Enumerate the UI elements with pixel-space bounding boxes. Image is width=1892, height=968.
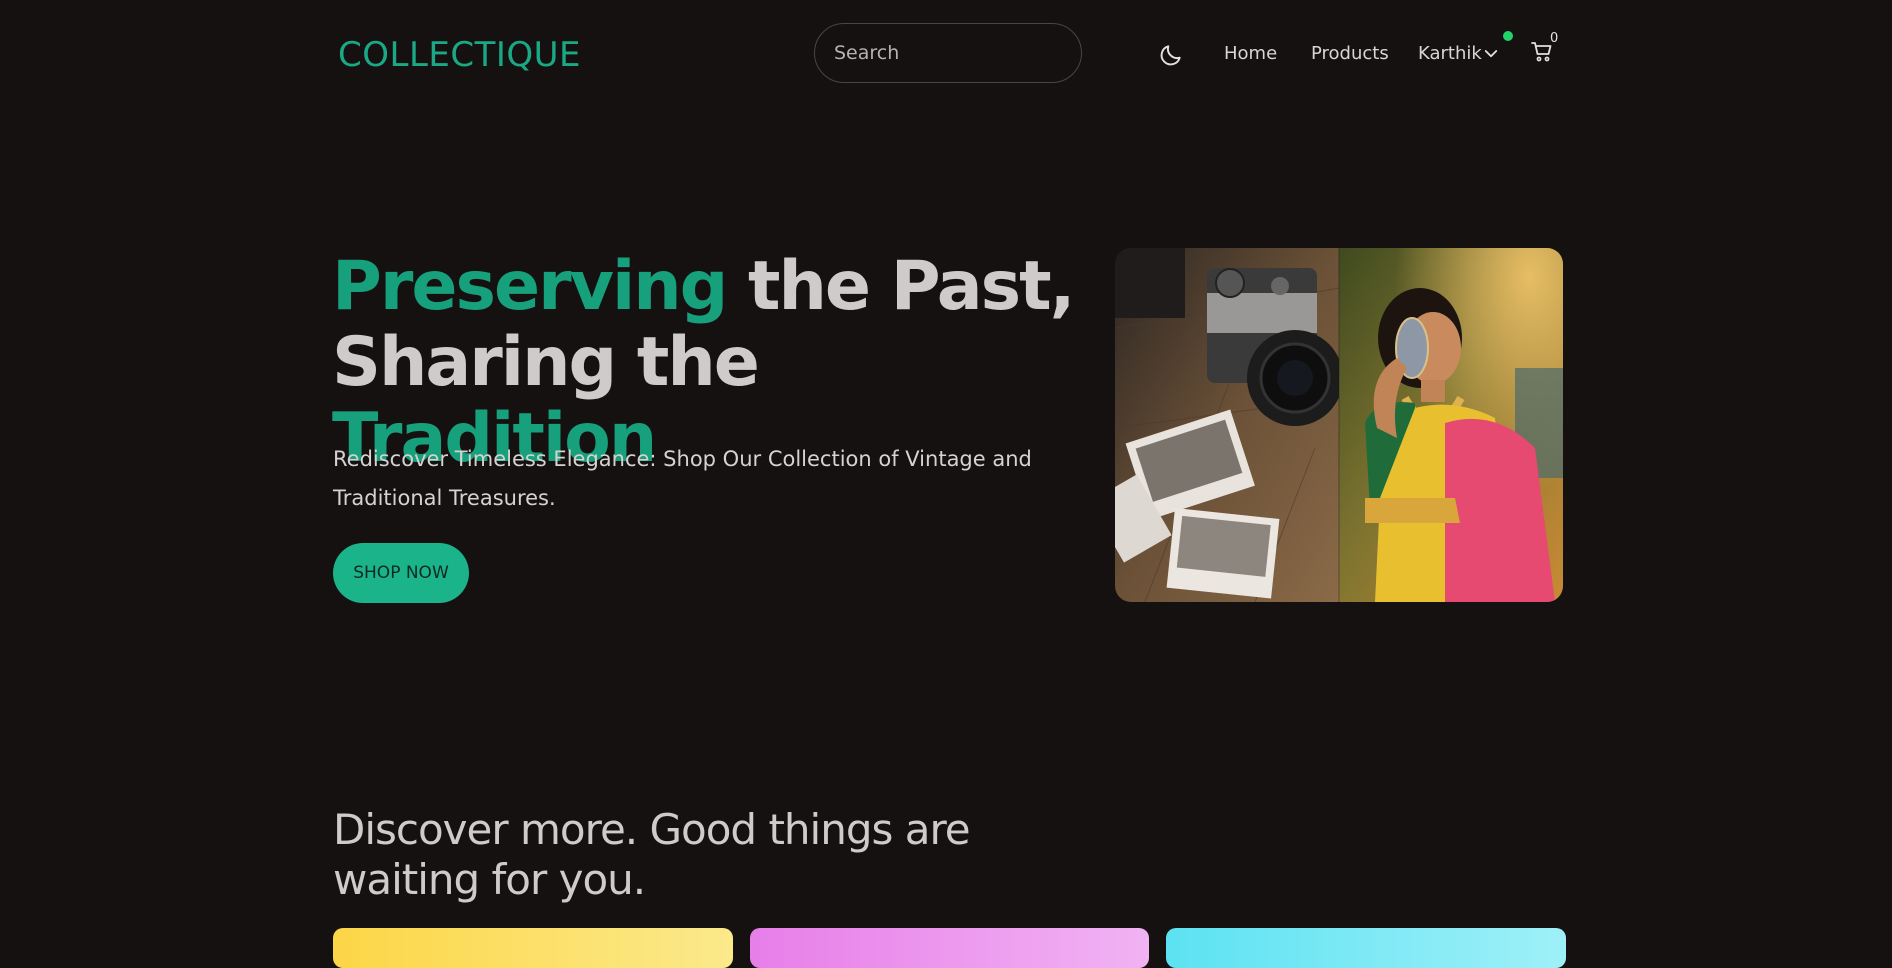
brand-logo[interactable]: COLLECTIQUE — [338, 33, 581, 77]
hero-image — [1115, 248, 1563, 602]
search-input[interactable] — [814, 23, 1082, 83]
camera-photo — [1115, 248, 1343, 602]
nav-link-products[interactable]: Products — [1311, 41, 1389, 67]
online-status-dot — [1503, 31, 1513, 41]
discover-heading: Discover more. Good things are waiting f… — [333, 805, 971, 904]
cart-count-badge: 0 — [1550, 31, 1559, 46]
category-card-pink[interactable] — [750, 928, 1149, 968]
chevron-down-icon[interactable] — [1482, 45, 1500, 63]
category-card-cyan[interactable] — [1166, 928, 1566, 968]
shop-now-button[interactable]: SHOP NOW — [333, 543, 469, 603]
navbar: COLLECTIQUE Home Products Karthik 0 — [0, 0, 1892, 110]
hero-subtitle: Rediscover Timeless Elegance: Shop Our C… — [333, 447, 1032, 510]
traditional-attire-photo — [1339, 248, 1563, 602]
moon-icon[interactable] — [1158, 42, 1184, 68]
user-menu[interactable]: Karthik — [1418, 41, 1482, 67]
hero-title-accent-1: Preserving — [332, 247, 728, 326]
category-card-yellow[interactable] — [333, 928, 733, 968]
nav-link-home[interactable]: Home — [1224, 41, 1277, 67]
